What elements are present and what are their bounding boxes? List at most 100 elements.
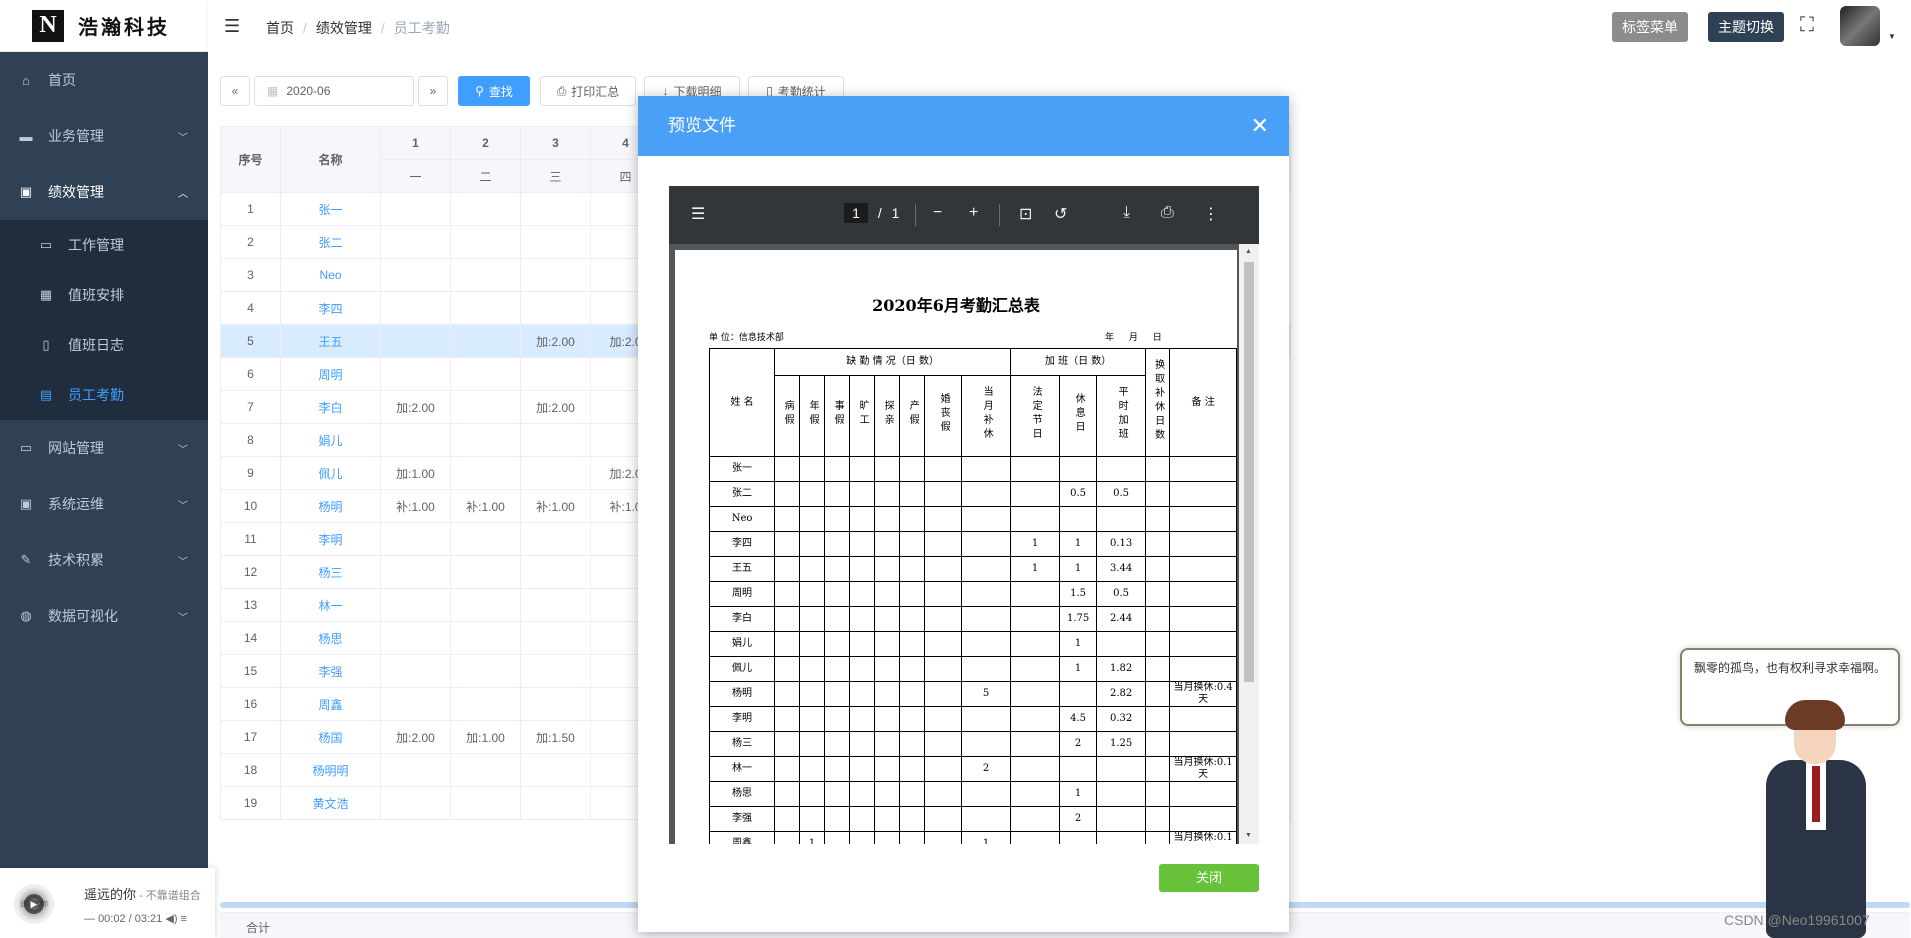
cell-attendance[interactable]: 补:1.00	[520, 489, 591, 523]
tags-menu-button[interactable]: 标签菜单	[1612, 12, 1688, 42]
sidebar-item-ops[interactable]: ▣ 系统运维 ﹀	[0, 476, 208, 532]
cell-attendance[interactable]: 加:2.00	[380, 390, 451, 424]
cell-employee-name[interactable]: 李白	[280, 390, 381, 424]
cell-employee-name[interactable]: 佩儿	[280, 456, 381, 490]
cell-attendance[interactable]	[520, 225, 591, 259]
cell-attendance[interactable]: 补:1.00	[380, 489, 451, 523]
cell-attendance[interactable]	[380, 654, 451, 688]
cell-attendance[interactable]	[380, 423, 451, 457]
cell-attendance[interactable]	[520, 456, 591, 490]
pdf-scrollbar[interactable]: ▲ ▼	[1239, 244, 1259, 844]
cell-employee-name[interactable]: 王五	[280, 324, 381, 358]
cell-employee-name[interactable]: 周明	[280, 357, 381, 391]
cell-employee-name[interactable]: 杨国	[280, 720, 381, 754]
cell-employee-name[interactable]: 李四	[280, 291, 381, 325]
sidebar-item-duty-schedule[interactable]: ▦ 值班安排	[0, 270, 208, 320]
playlist-icon[interactable]: ≡	[181, 913, 187, 925]
cell-attendance[interactable]	[520, 192, 591, 226]
rotate-icon[interactable]: ↺	[1054, 204, 1067, 224]
cell-attendance[interactable]	[450, 390, 521, 424]
cell-attendance[interactable]	[520, 786, 591, 820]
cell-employee-name[interactable]: 张一	[280, 192, 381, 226]
cell-employee-name[interactable]: 李强	[280, 654, 381, 688]
cell-attendance[interactable]	[520, 522, 591, 556]
month-picker[interactable]: ▦ 2020-06	[254, 76, 414, 106]
caret-down-icon[interactable]: ▼	[1888, 32, 1896, 41]
page-number-input[interactable]: 1	[844, 203, 868, 223]
cell-attendance[interactable]	[380, 258, 451, 292]
cell-attendance[interactable]	[380, 588, 451, 622]
cell-attendance[interactable]	[450, 423, 521, 457]
cell-attendance[interactable]	[450, 654, 521, 688]
cell-attendance[interactable]	[450, 258, 521, 292]
print-icon[interactable]: ⎙	[1161, 204, 1174, 222]
cell-attendance[interactable]	[520, 687, 591, 721]
cell-attendance[interactable]: 加:1.50	[520, 720, 591, 754]
download-icon[interactable]: ⤓	[1123, 204, 1130, 222]
cell-employee-name[interactable]: 张二	[280, 225, 381, 259]
cell-attendance[interactable]: 加:2.00	[520, 324, 591, 358]
cell-employee-name[interactable]: 杨明明	[280, 753, 381, 787]
close-button[interactable]: 关闭	[1159, 864, 1259, 892]
scroll-up-icon[interactable]: ▲	[1245, 248, 1252, 255]
scroll-down-icon[interactable]: ▼	[1245, 832, 1252, 839]
cell-attendance[interactable]	[450, 786, 521, 820]
cell-attendance[interactable]	[450, 588, 521, 622]
sidebar-item-duty-log[interactable]: ▯ 值班日志	[0, 320, 208, 370]
cell-employee-name[interactable]: 杨思	[280, 621, 381, 655]
cell-attendance[interactable]: 加:1.00	[450, 720, 521, 754]
fullscreen-icon[interactable]: ⛶	[1800, 14, 1814, 37]
sidebar-item-website[interactable]: ▭ 网站管理 ﹀	[0, 420, 208, 476]
cell-attendance[interactable]	[520, 654, 591, 688]
cell-attendance[interactable]	[450, 522, 521, 556]
cell-attendance[interactable]	[450, 621, 521, 655]
sidebar-item-dataviz[interactable]: ◍ 数据可视化 ﹀	[0, 588, 208, 644]
cell-attendance[interactable]	[380, 291, 451, 325]
sidebar-item-attendance[interactable]: ▤ 员工考勤	[0, 370, 208, 420]
volume-icon[interactable]: ◀)	[165, 913, 177, 925]
cell-employee-name[interactable]: 林一	[280, 588, 381, 622]
sidebar-item-work[interactable]: ▭ 工作管理	[0, 220, 208, 270]
sidebar-item-home[interactable]: ⌂ 首页	[0, 52, 208, 108]
cell-attendance[interactable]	[450, 555, 521, 589]
print-summary-button[interactable]: ⎙ 打印汇总	[540, 76, 636, 106]
prev-month-button[interactable]: «	[220, 76, 250, 106]
cell-attendance[interactable]	[380, 687, 451, 721]
cell-employee-name[interactable]: Neo	[280, 258, 381, 292]
theme-switch-button[interactable]: 主题切换	[1708, 12, 1784, 42]
cell-attendance[interactable]	[520, 588, 591, 622]
cell-attendance[interactable]: 加:2.00	[380, 720, 451, 754]
cell-attendance[interactable]	[380, 324, 451, 358]
hamburger-icon[interactable]: ☰	[224, 16, 240, 37]
fit-page-icon[interactable]: ⊡	[1019, 204, 1032, 224]
cell-employee-name[interactable]: 娟儿	[280, 423, 381, 457]
cell-attendance[interactable]	[380, 225, 451, 259]
cell-attendance[interactable]	[520, 423, 591, 457]
logo[interactable]: N 浩瀚科技	[0, 0, 208, 52]
cell-employee-name[interactable]: 李明	[280, 522, 381, 556]
scroll-thumb[interactable]	[1244, 262, 1254, 682]
sidebar-item-performance[interactable]: ▣ 绩效管理 ︿	[0, 164, 208, 220]
cell-attendance[interactable]	[380, 192, 451, 226]
cell-employee-name[interactable]: 黄文浩	[280, 786, 381, 820]
cell-employee-name[interactable]: 杨明	[280, 489, 381, 523]
sidebar-item-business[interactable]: ▬ 业务管理 ﹀	[0, 108, 208, 164]
sidebar-item-tech[interactable]: ✎ 技术积累 ﹀	[0, 532, 208, 588]
avatar[interactable]	[1840, 6, 1880, 46]
cell-attendance[interactable]	[380, 621, 451, 655]
cell-attendance[interactable]	[450, 456, 521, 490]
cell-attendance[interactable]	[520, 753, 591, 787]
cell-attendance[interactable]	[450, 291, 521, 325]
breadcrumb-performance[interactable]: 绩效管理	[316, 20, 372, 36]
cell-attendance[interactable]	[520, 621, 591, 655]
cell-attendance[interactable]	[520, 555, 591, 589]
cell-attendance[interactable]	[380, 753, 451, 787]
cell-attendance[interactable]	[520, 357, 591, 391]
menu-icon[interactable]: ☰	[691, 204, 705, 224]
cell-attendance[interactable]: 加:2.00	[520, 390, 591, 424]
cell-attendance[interactable]	[450, 324, 521, 358]
cell-attendance[interactable]	[520, 291, 591, 325]
zoom-out-icon[interactable]: −	[933, 204, 942, 222]
cell-attendance[interactable]	[380, 522, 451, 556]
breadcrumb-home[interactable]: 首页	[266, 20, 294, 36]
